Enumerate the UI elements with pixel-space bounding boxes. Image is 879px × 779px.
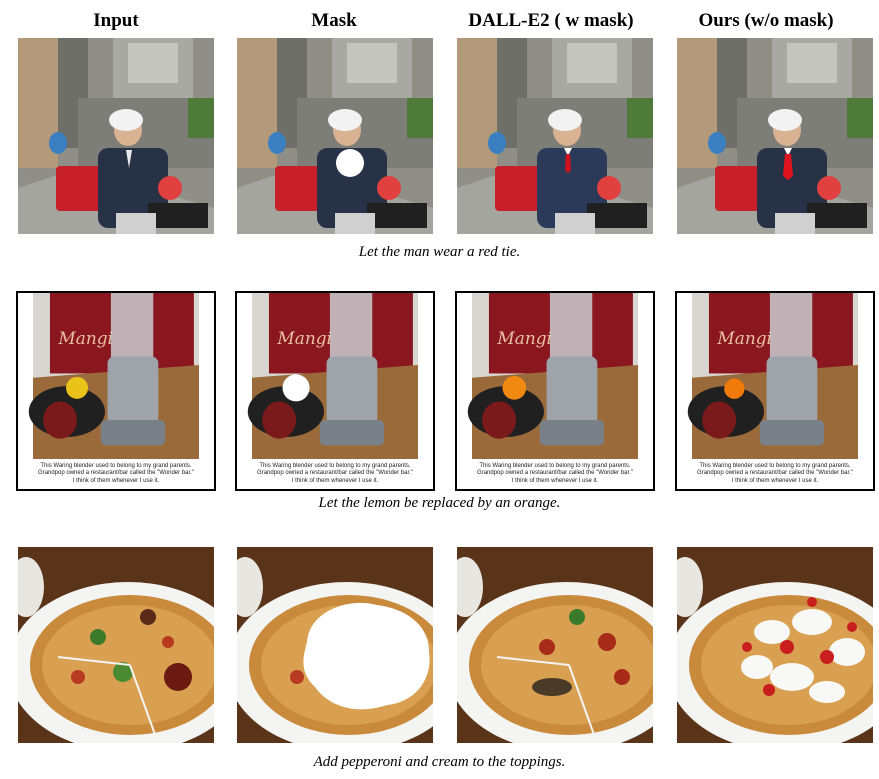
row2-caption: Let the lemon be replaced by an orange. bbox=[318, 495, 561, 511]
row1-dalle2-red-tie bbox=[565, 154, 571, 173]
row2-dalle2-orange bbox=[502, 376, 527, 400]
row2-input-photo-text: This Waring blender used to belong to my… bbox=[38, 462, 194, 484]
row2-dalle2-photo-text: This Waring blender used to belong to my… bbox=[477, 462, 633, 484]
row2-mask-image: Mangi This Waring blender used to belong… bbox=[235, 291, 435, 491]
column-header-dalle2: DALL-E2 ( w mask) bbox=[468, 10, 634, 31]
row3-mask-region bbox=[303, 602, 430, 710]
row3-input-image bbox=[18, 547, 214, 743]
row2-dalle2-sign-text: Mangi bbox=[496, 328, 552, 348]
row2-mask-sign-text: Mangi bbox=[276, 328, 332, 348]
row3-ours-image bbox=[677, 547, 873, 743]
row2-dalle2-image: Mangi This Waring blender used to belong… bbox=[455, 291, 655, 491]
column-header-mask: Mask bbox=[311, 10, 357, 31]
row1-dalle2-image bbox=[457, 38, 653, 234]
row1-caption: Let the man wear a red tie. bbox=[358, 244, 521, 260]
row2-mask-region bbox=[282, 374, 310, 402]
row2-input-image: Mangi This Waring blender used to belong… bbox=[16, 291, 216, 491]
row1-mask-region bbox=[336, 149, 364, 177]
row3-dalle2-image bbox=[457, 547, 653, 743]
row1-input-image bbox=[18, 38, 214, 234]
row2-input-sign-text: Mangi bbox=[57, 328, 113, 348]
row2-mask-photo-text: This Waring blender used to belong to my… bbox=[257, 462, 413, 484]
column-header-input: Input bbox=[93, 10, 139, 31]
row1-mask-image bbox=[237, 38, 433, 234]
row3-mask-image bbox=[237, 547, 433, 743]
row2-ours-photo-text: This Waring blender used to belong to my… bbox=[697, 462, 853, 484]
row2-ours-orange bbox=[724, 378, 745, 399]
row2-ours-image: Mangi This Waring blender used to belong… bbox=[675, 291, 875, 491]
row1-ours-image bbox=[677, 38, 873, 234]
row3-caption: Add pepperoni and cream to the toppings. bbox=[313, 754, 566, 770]
row2-ours-sign-text: Mangi bbox=[716, 328, 772, 348]
column-header-ours: Ours (w/o mask) bbox=[698, 10, 834, 31]
